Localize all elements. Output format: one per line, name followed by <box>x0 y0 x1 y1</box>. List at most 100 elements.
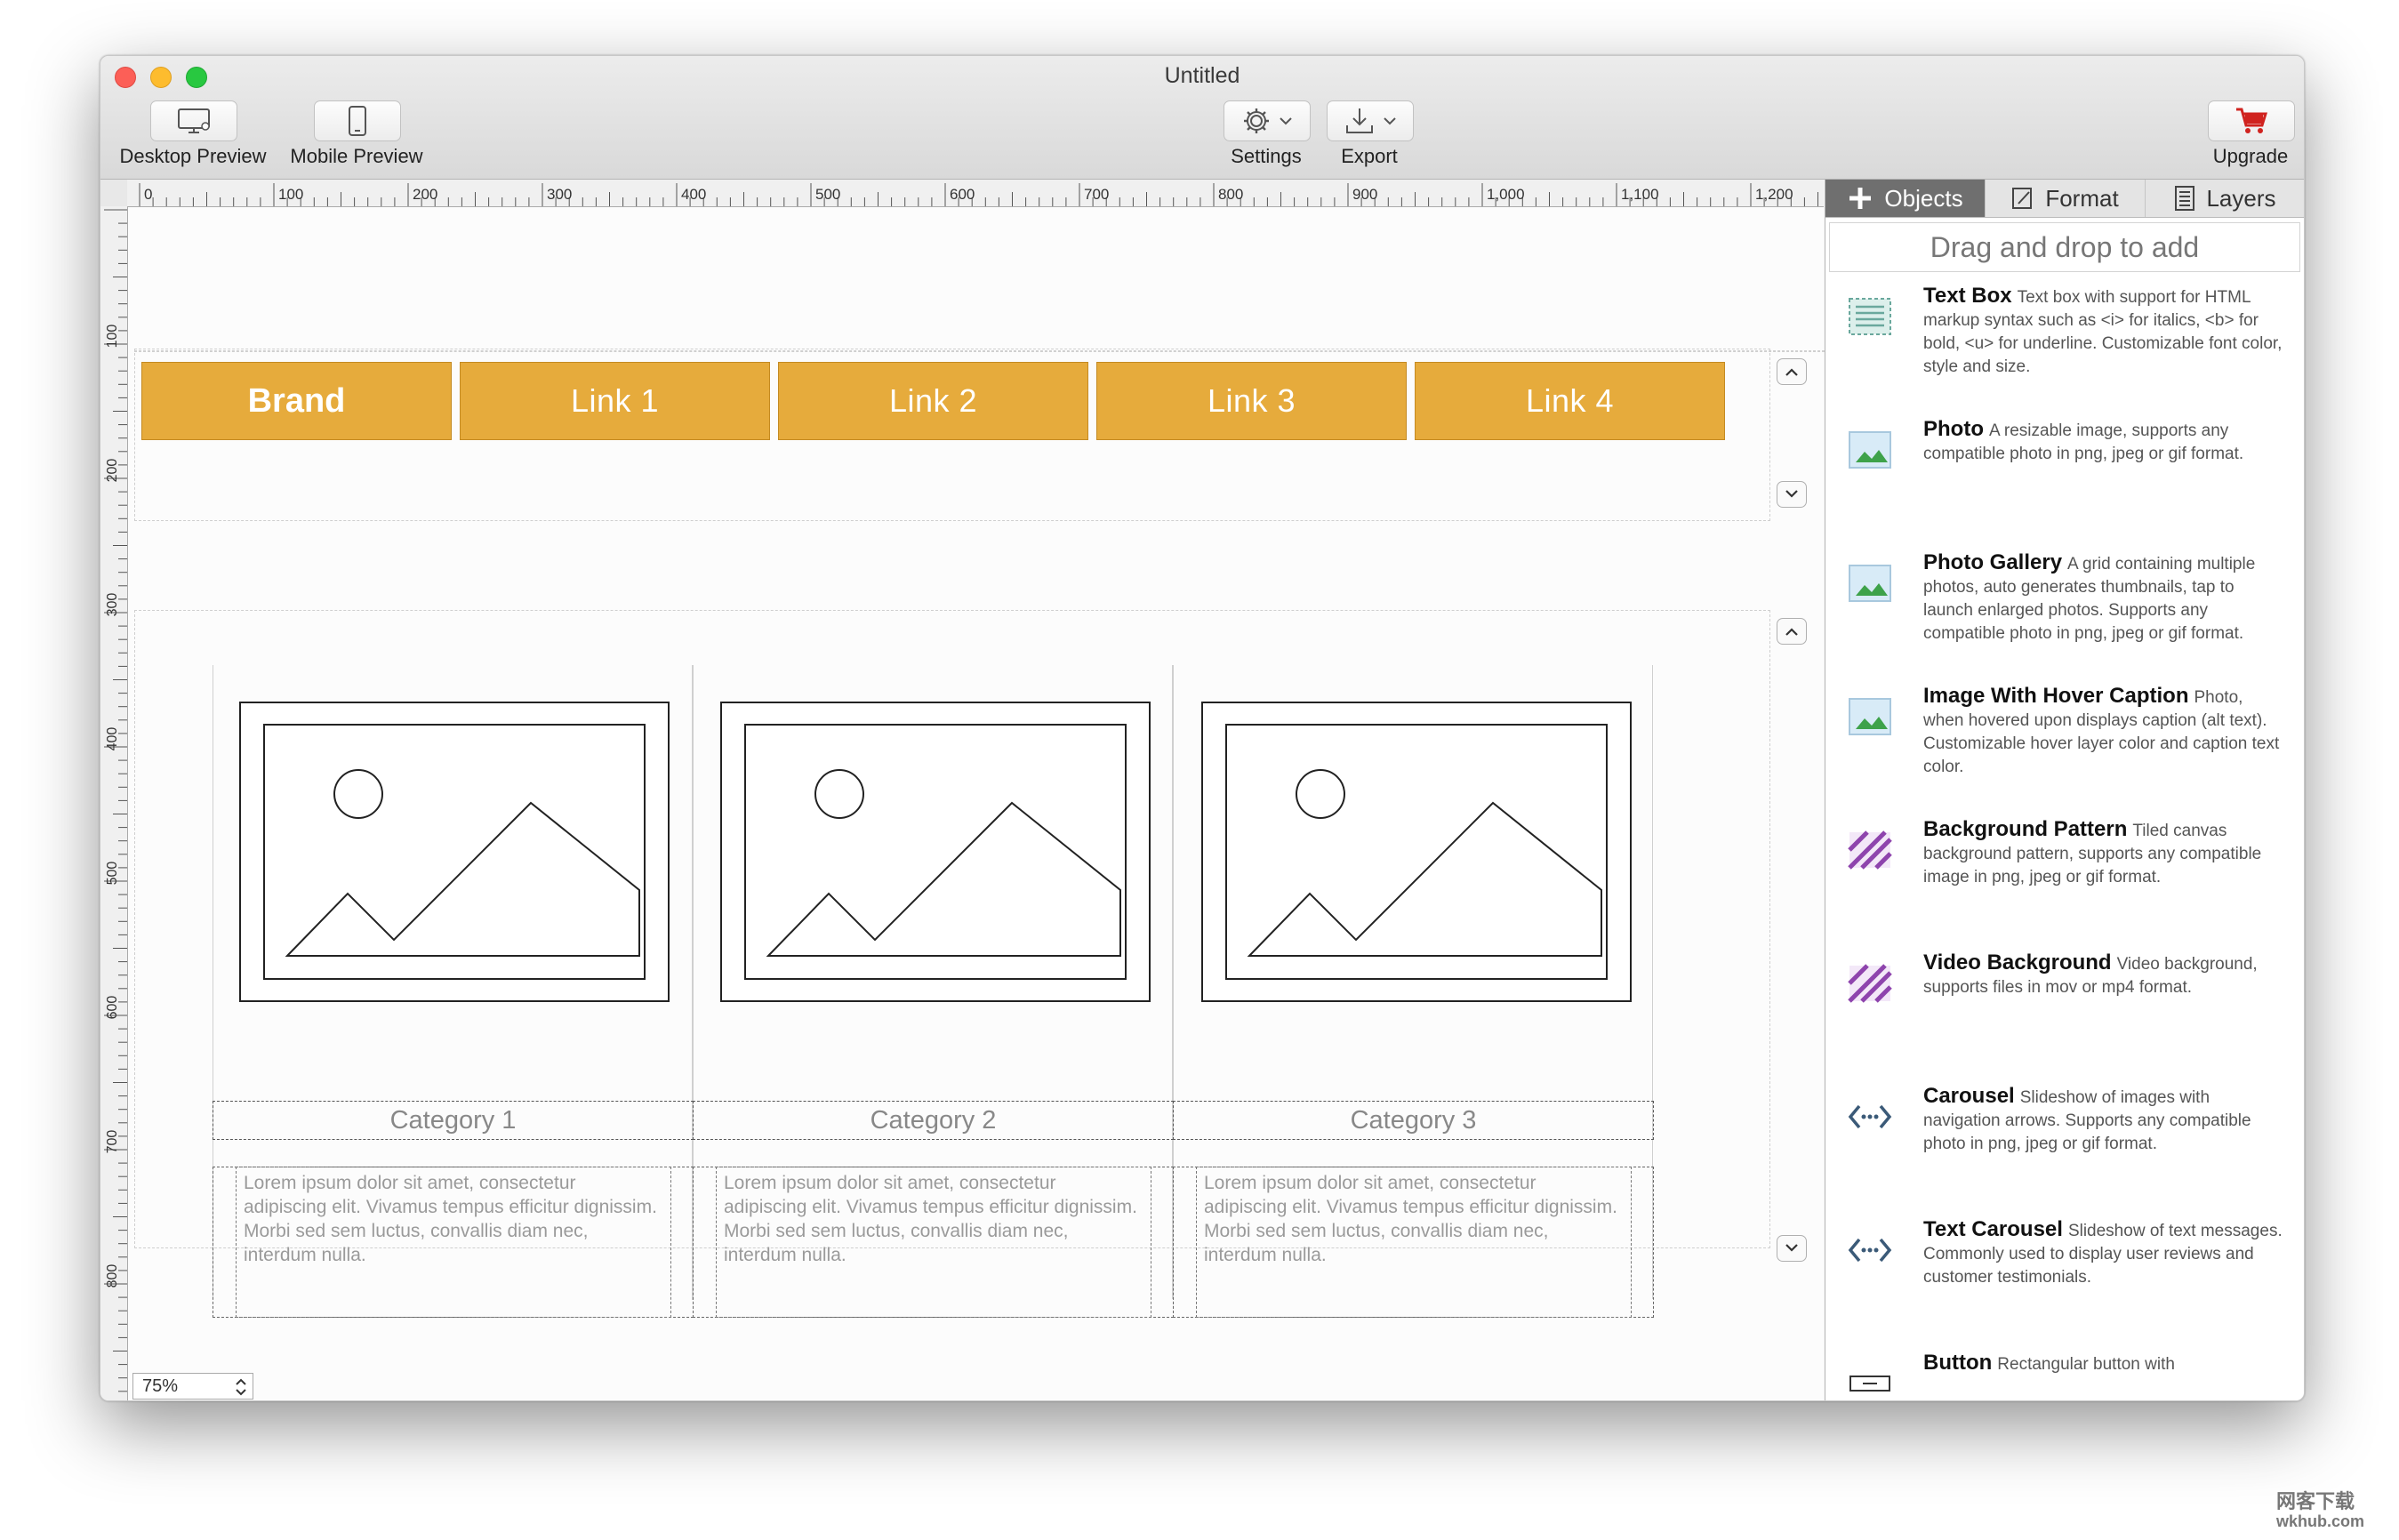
hover-caption-icon <box>1849 698 1891 735</box>
plus-icon <box>1849 188 1872 209</box>
object-item-text-box[interactable]: Text Box Text box with support for HTML m… <box>1825 276 2304 409</box>
video-background-icon <box>1848 964 1892 1003</box>
object-item-hover-caption[interactable]: Image With Hover Caption Photo, when hove… <box>1825 676 2304 809</box>
background-pattern-icon <box>1848 830 1892 870</box>
chevron-down-icon <box>1785 490 1798 498</box>
zoom-value: 75% <box>142 1376 179 1396</box>
tab-layers[interactable]: Layers <box>2146 180 2304 217</box>
category-label-3[interactable]: Category 3 <box>1173 1101 1654 1140</box>
move-columns-up-button[interactable] <box>1777 618 1807 645</box>
object-title: Background Pattern <box>1923 817 2128 841</box>
photo-icon <box>1849 431 1891 469</box>
mobile-preview-label: Mobile Preview <box>290 145 423 167</box>
toolbar: Untitled Desktop Preview Mobile Preview … <box>100 56 2304 180</box>
monitor-icon <box>178 108 210 133</box>
object-item-background-pattern[interactable]: Background Pattern Tiled canvas backgroun… <box>1825 809 2304 942</box>
move-section-up-button[interactable] <box>1777 358 1807 385</box>
object-title: Image With Hover Caption <box>1923 684 2189 708</box>
ruler-label: 100 <box>105 324 120 349</box>
object-item-carousel[interactable]: Carousel Slideshow of images with navigat… <box>1825 1076 2304 1209</box>
zoom-select[interactable]: 75% <box>132 1373 253 1400</box>
text-box-3[interactable]: Lorem ipsum dolor sit amet, consectetur … <box>1196 1167 1632 1318</box>
move-section-down-button[interactable] <box>1777 481 1807 508</box>
object-list: Text Box Text box with support for HTML m… <box>1825 276 2304 1400</box>
up-down-arrows-icon <box>236 1378 246 1396</box>
category-label-1[interactable]: Category 1 <box>213 1101 694 1140</box>
ruler-label: 200 <box>413 186 438 203</box>
download-icon <box>1346 108 1373 133</box>
ruler-label: 600 <box>105 995 120 1020</box>
tab-format[interactable]: Format <box>1986 180 2146 217</box>
object-title: Video Background <box>1923 950 2112 975</box>
button-icon <box>1849 1376 1890 1392</box>
gear-icon <box>1244 108 1269 133</box>
mobile-preview-button[interactable] <box>314 100 401 141</box>
settings-button[interactable] <box>1224 100 1311 141</box>
watermark-line-2: wkhub.com <box>2276 1512 2365 1530</box>
object-title: Photo <box>1923 417 1984 441</box>
chevron-down-icon <box>1280 117 1292 125</box>
ruler-label: 700 <box>1084 186 1110 203</box>
list-icon <box>2175 186 2195 211</box>
nav-link-1[interactable]: Link 1 <box>460 362 770 440</box>
chevron-up-icon <box>1785 368 1798 376</box>
photo-placeholder-1[interactable] <box>239 702 670 1002</box>
ruler-label: 300 <box>105 592 120 617</box>
ruler-label: 200 <box>105 458 120 483</box>
photo-placeholder-2[interactable] <box>720 702 1151 1002</box>
photo-placeholder-3[interactable] <box>1201 702 1632 1002</box>
desktop-preview-label: Desktop Preview <box>119 145 267 167</box>
ruler-label: 900 <box>1352 186 1378 203</box>
ruler-label: 800 <box>105 1263 120 1288</box>
object-title: Photo Gallery <box>1923 550 2063 574</box>
design-canvas[interactable]: 0 100 200 300 400 500 600 700 800 900 1,000 1,100 1,… <box>100 180 1838 1400</box>
tab-layers-label: Layers <box>2206 184 2276 212</box>
nav-link-2[interactable]: Link 2 <box>778 362 1088 440</box>
move-columns-down-button[interactable] <box>1777 1235 1807 1262</box>
app-window: Untitled Desktop Preview Mobile Preview … <box>100 55 2305 1401</box>
text-box-1[interactable]: Lorem ipsum dolor sit amet, consectetur … <box>236 1167 671 1318</box>
nav-brand[interactable]: Brand <box>141 362 452 440</box>
chevron-down-icon <box>1384 117 1396 125</box>
object-item-text-carousel[interactable]: Text Carousel Slideshow of text messages.… <box>1825 1209 2304 1343</box>
export-label: Export <box>1341 145 1398 167</box>
settings-label: Settings <box>1231 145 1302 167</box>
pencil-icon <box>2012 188 2033 209</box>
category-label-2[interactable]: Category 2 <box>693 1101 1174 1140</box>
ruler-left: 100 200 300 400 500 600 700 800 <box>100 206 128 1400</box>
object-item-video-background[interactable]: Video Background Video background, suppor… <box>1825 942 2304 1076</box>
image-placeholder-icon <box>1225 724 1608 980</box>
object-title: Carousel <box>1923 1084 2015 1108</box>
ruler-label: 1,000 <box>1487 186 1525 203</box>
object-item-photo-gallery[interactable]: Photo Gallery A grid containing multiple … <box>1825 542 2304 676</box>
object-item-photo[interactable]: Photo A resizable image, supports any com… <box>1825 409 2304 542</box>
ruler-label: 700 <box>105 1129 120 1154</box>
object-title: Text Carousel <box>1923 1217 2063 1241</box>
panel-tabs: Objects Format Layers <box>1825 180 2304 218</box>
ruler-label: 1,100 <box>1621 186 1659 203</box>
object-item-button[interactable]: Button Rectangular button with <box>1825 1343 2304 1400</box>
export-button[interactable] <box>1327 100 1414 141</box>
objects-panel: Objects Format Layers Drag and drop to a… <box>1825 180 2304 1400</box>
ruler-corner <box>100 180 128 207</box>
ruler-label: 300 <box>547 186 573 203</box>
ruler-label: 100 <box>278 186 304 203</box>
text-box-2[interactable]: Lorem ipsum dolor sit amet, consectetur … <box>716 1167 1151 1318</box>
watermark-line-1: 网客下载 <box>2276 1490 2355 1512</box>
tab-objects[interactable]: Objects <box>1825 180 1986 217</box>
object-title: Button <box>1923 1351 1993 1375</box>
nav-link-4[interactable]: Link 4 <box>1415 362 1725 440</box>
ruler-top: 0 100 200 300 400 500 600 700 800 900 1,000 1,100 1,… <box>127 180 1824 207</box>
shopping-cart-icon <box>2236 108 2268 133</box>
upgrade-button[interactable] <box>2208 100 2295 141</box>
window-title: Untitled <box>1164 63 1240 88</box>
nav-link-3[interactable]: Link 3 <box>1096 362 1407 440</box>
ruler-label: 400 <box>105 726 120 751</box>
tab-format-label: Format <box>2045 184 2119 212</box>
ruler-label: 1,200 <box>1755 186 1793 203</box>
photo-gallery-icon <box>1849 565 1891 602</box>
image-placeholder-icon <box>263 724 646 980</box>
ruler-label: 0 <box>144 186 153 203</box>
text-box-icon <box>1849 298 1891 335</box>
desktop-preview-button[interactable] <box>150 100 237 141</box>
